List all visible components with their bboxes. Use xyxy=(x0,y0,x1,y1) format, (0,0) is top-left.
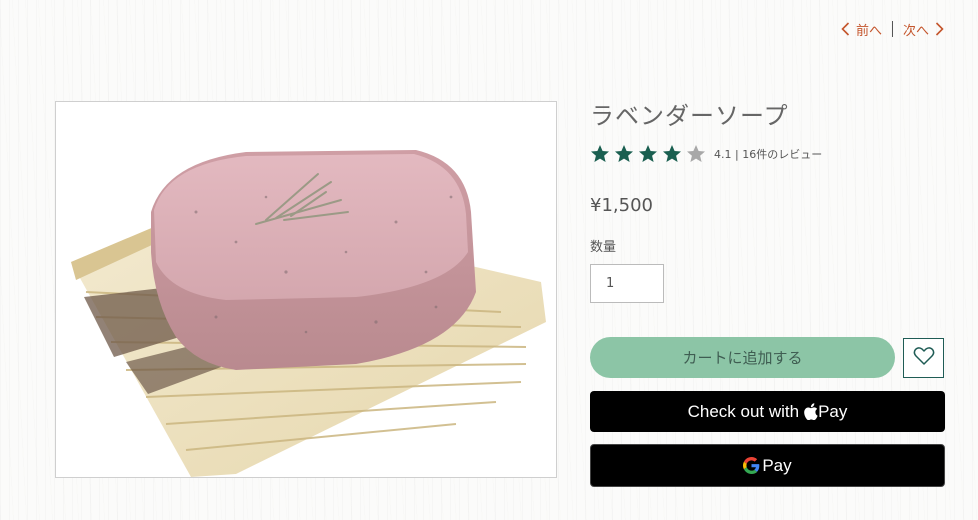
chevron-left-icon xyxy=(841,22,850,36)
star-filled-icon xyxy=(590,144,610,163)
wishlist-button[interactable] xyxy=(903,338,944,378)
star-empty-icon xyxy=(686,144,706,163)
nav-divider xyxy=(891,21,893,37)
quantity-label: 数量 xyxy=(590,240,617,255)
product-title: ラベンダーソープ xyxy=(590,102,789,130)
lavender-soap-photo xyxy=(56,102,556,477)
product-price: ¥1,500 xyxy=(590,195,653,216)
prev-label: 前へ xyxy=(855,23,882,39)
chevron-right-icon xyxy=(935,22,944,36)
heart-icon xyxy=(913,346,935,370)
rating-summary: 4.1 | 16件のレビュー xyxy=(714,147,823,161)
apple-logo-icon xyxy=(804,403,818,420)
star-filled-icon xyxy=(662,144,682,163)
google-logo-icon xyxy=(743,457,760,474)
quantity-input[interactable] xyxy=(590,264,664,303)
star-filled-icon xyxy=(638,144,658,163)
apple-pay-button[interactable]: Check out with Pay xyxy=(590,391,945,432)
star-rating xyxy=(590,144,706,163)
star-filled-icon xyxy=(614,144,634,163)
add-to-cart-button[interactable]: カートに追加する xyxy=(590,337,895,378)
apple-pay-label: Pay xyxy=(818,401,848,421)
product-rating[interactable]: 4.1 | 16件のレビュー xyxy=(590,144,822,163)
next-label: 次へ xyxy=(902,23,929,39)
google-pay-label: Pay xyxy=(762,455,792,475)
google-pay-button[interactable]: Pay xyxy=(590,444,945,487)
product-image[interactable] xyxy=(55,101,557,478)
next-product-link[interactable]: 次へ xyxy=(903,20,944,39)
apple-pay-prefix: Check out with xyxy=(687,401,800,421)
product-pagination: 前へ 次へ xyxy=(841,18,944,40)
prev-product-link[interactable]: 前へ xyxy=(841,20,882,39)
